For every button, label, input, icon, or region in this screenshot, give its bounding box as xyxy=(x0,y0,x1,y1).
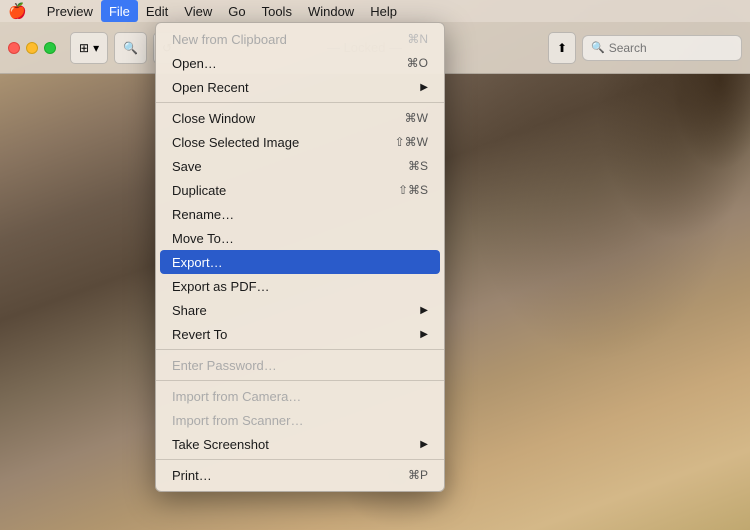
menu-item-save[interactable]: Save ⌘S xyxy=(156,154,444,178)
menu-item-duplicate[interactable]: Duplicate ⇧⌘S xyxy=(156,178,444,202)
menu-item-take-screenshot[interactable]: Take Screenshot ▶ xyxy=(156,432,444,456)
menu-item-new-from-clipboard[interactable]: New from Clipboard ⌘N xyxy=(156,27,444,51)
zoom-button[interactable]: 🔍 xyxy=(114,32,147,64)
menubar: 🍎 Preview File Edit View Go Tools Window… xyxy=(0,0,750,22)
sidebar-toggle-button[interactable]: ⊞ ▾ xyxy=(70,32,108,64)
menubar-help[interactable]: Help xyxy=(362,0,405,22)
menu-item-import-scanner[interactable]: Import from Scanner… xyxy=(156,408,444,432)
menubar-go[interactable]: Go xyxy=(220,0,253,22)
minimize-window-button[interactable] xyxy=(26,42,38,54)
menu-item-print[interactable]: Print… ⌘P xyxy=(156,463,444,487)
sidebar-icon: ⊞ xyxy=(79,41,89,55)
menubar-tools[interactable]: Tools xyxy=(254,0,300,22)
apple-menu-icon[interactable]: 🍎 xyxy=(8,2,27,20)
menu-item-move-to[interactable]: Move To… xyxy=(156,226,444,250)
separator-1 xyxy=(156,102,444,103)
menu-item-export-pdf[interactable]: Export as PDF… xyxy=(156,274,444,298)
menubar-file[interactable]: File xyxy=(101,0,138,22)
maximize-window-button[interactable] xyxy=(44,42,56,54)
share-submenu-arrow-icon: ▶ xyxy=(420,305,428,316)
submenu-arrow-icon: ▶ xyxy=(420,82,428,93)
menu-item-revert-to[interactable]: Revert To ▶ xyxy=(156,322,444,346)
search-field[interactable]: 🔍 xyxy=(582,35,742,61)
zoom-icon: 🔍 xyxy=(123,41,138,55)
menu-item-share[interactable]: Share ▶ xyxy=(156,298,444,322)
search-input[interactable] xyxy=(609,41,733,55)
separator-4 xyxy=(156,459,444,460)
traffic-lights xyxy=(8,42,56,54)
menu-item-enter-password[interactable]: Enter Password… xyxy=(156,353,444,377)
share-icon: ⬆ xyxy=(557,41,567,55)
menu-item-import-camera[interactable]: Import from Camera… xyxy=(156,384,444,408)
screenshot-submenu-arrow-icon: ▶ xyxy=(420,439,428,450)
menubar-preview[interactable]: Preview xyxy=(39,0,101,22)
file-menu-dropdown: New from Clipboard ⌘N Open… ⌘O Open Rece… xyxy=(155,22,445,492)
revert-submenu-arrow-icon: ▶ xyxy=(420,329,428,340)
menubar-edit[interactable]: Edit xyxy=(138,0,176,22)
share-toolbar-button[interactable]: ⬆ xyxy=(548,32,576,64)
menu-item-export[interactable]: Export… xyxy=(160,250,440,274)
menu-item-close-window[interactable]: Close Window ⌘W xyxy=(156,106,444,130)
menu-item-rename[interactable]: Rename… xyxy=(156,202,444,226)
separator-2 xyxy=(156,349,444,350)
menu-item-close-selected-image[interactable]: Close Selected Image ⇧⌘W xyxy=(156,130,444,154)
search-icon: 🔍 xyxy=(591,41,605,54)
chevron-down-icon: ▾ xyxy=(93,41,99,55)
menu-item-open-recent[interactable]: Open Recent ▶ xyxy=(156,75,444,99)
menubar-view[interactable]: View xyxy=(176,0,220,22)
separator-3 xyxy=(156,380,444,381)
menubar-window[interactable]: Window xyxy=(300,0,362,22)
close-window-button[interactable] xyxy=(8,42,20,54)
menu-item-open[interactable]: Open… ⌘O xyxy=(156,51,444,75)
